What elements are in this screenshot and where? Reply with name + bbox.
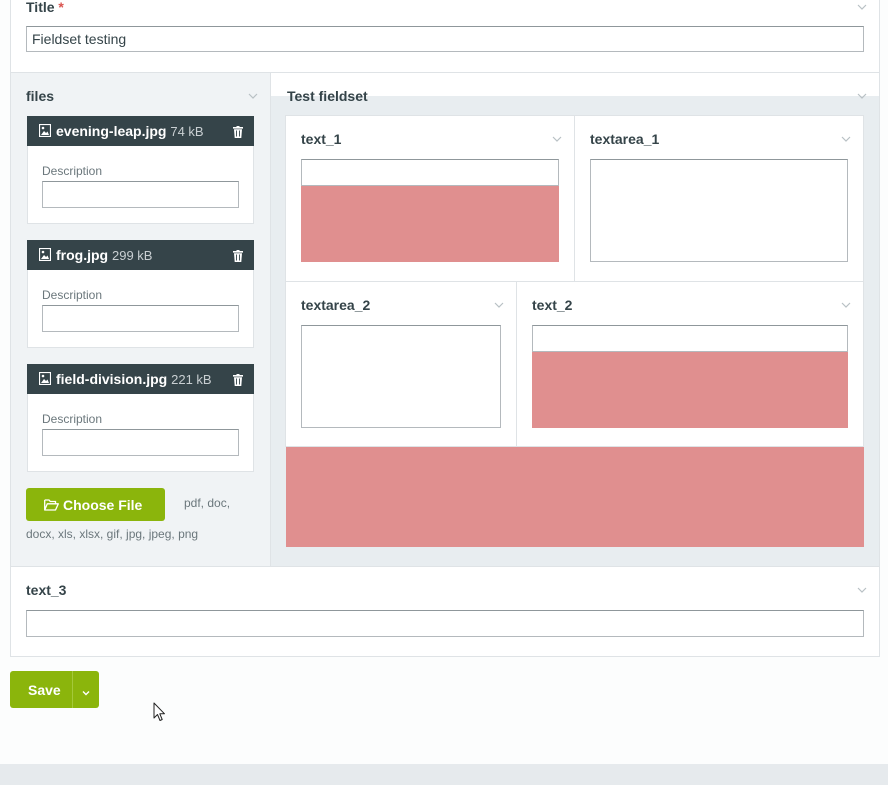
text-1-input[interactable] [301,159,559,186]
title-input[interactable]: Fieldset testing [26,26,864,52]
chevron-down-icon[interactable] [857,585,867,595]
chevron-down-icon[interactable] [841,134,851,144]
title-label: Title * [26,0,64,15]
allowed-types-line2: docx, xls, xlsx, gif, jpg, jpeg, png [26,527,199,541]
chevron-down-icon[interactable] [841,300,851,310]
image-file-icon [38,123,52,138]
title-label-text: Title [26,0,55,15]
file-item-header: evening-leap.jpg 74 kB [27,116,254,146]
choose-file-button[interactable]: Choose File [26,488,165,521]
file-name[interactable]: evening-leap.jpg 74 kB [56,123,204,139]
error-highlight [301,186,559,262]
footer-band [0,764,888,785]
image-file-icon [38,371,52,386]
description-input[interactable] [42,181,239,208]
description-label: Description [42,164,103,178]
file-item-header: field-division.jpg 221 kB [27,364,254,394]
textarea-2-label: textarea_2 [301,297,371,313]
error-highlight [286,447,864,547]
save-options-button[interactable] [73,671,99,708]
chevron-down-icon[interactable] [857,2,867,12]
save-label: Save [28,682,61,698]
description-input[interactable] [42,305,239,332]
choose-file-label: Choose File [63,497,143,513]
file-size: 221 kB [171,372,212,387]
allowed-types-line1: pdf, doc, [184,496,231,510]
file-item-header: frog.jpg 299 kB [27,240,254,270]
error-highlight [532,352,848,428]
text-2-input[interactable] [532,325,848,352]
text-1-label: text_1 [301,131,342,147]
files-label: files [26,88,55,104]
chevron-down-icon[interactable] [857,91,867,101]
description-label: Description [42,412,103,426]
file-name[interactable]: frog.jpg 299 kB [56,247,152,263]
trash-icon[interactable] [233,125,243,138]
chevron-down-icon[interactable] [248,91,258,101]
mouse-cursor-icon [153,702,166,722]
file-item-body: Description [27,146,254,224]
file-item-body: Description [27,394,254,472]
file-item-body: Description [27,270,254,348]
text-3-label: text_3 [26,582,67,598]
textarea-1-label: textarea_1 [590,131,660,147]
file-size: 74 kB [170,124,204,139]
folder-open-icon [44,498,59,511]
chevron-down-icon[interactable] [494,300,504,310]
trash-icon[interactable] [233,249,243,262]
required-mark: * [58,0,64,15]
description-input[interactable] [42,429,239,456]
description-label: Description [42,288,103,302]
save-button[interactable]: Save [10,671,73,708]
file-name[interactable]: field-division.jpg 221 kB [56,371,212,387]
chevron-down-icon[interactable] [552,134,562,144]
textarea-2-input[interactable] [301,325,501,428]
textarea-1-input[interactable] [590,159,848,262]
text-2-label: text_2 [532,297,573,313]
chevron-down-icon [81,685,91,703]
trash-icon[interactable] [233,373,243,386]
text-3-input[interactable] [26,610,864,637]
fieldset-label: Test fieldset [287,88,368,104]
file-size: 299 kB [112,248,153,263]
image-file-icon [38,247,52,262]
